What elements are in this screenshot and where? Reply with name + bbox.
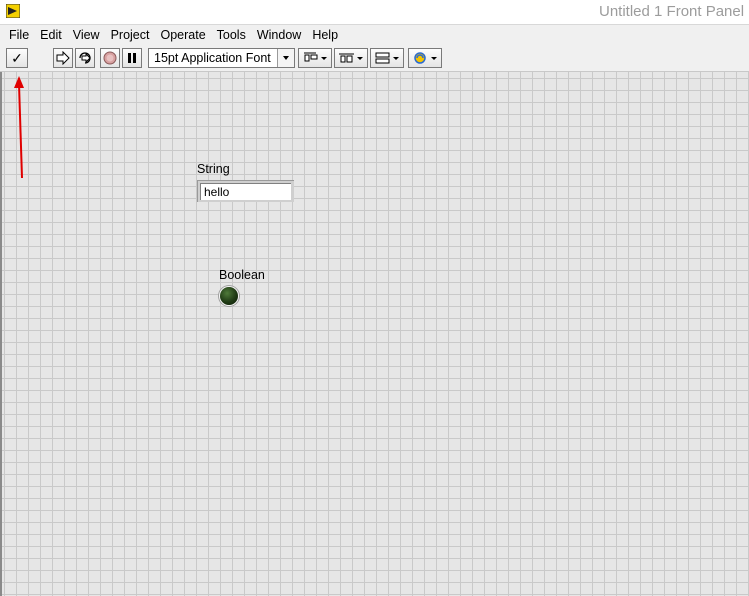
run-button[interactable]: ✓	[6, 48, 28, 68]
abort-icon	[103, 51, 117, 65]
front-panel-canvas[interactable]: String hello Boolean	[0, 72, 749, 596]
menu-edit[interactable]: Edit	[35, 28, 68, 42]
font-select-value: 15pt Application Font	[154, 51, 271, 65]
reorder-icon	[414, 52, 437, 64]
chevron-down-icon[interactable]	[277, 49, 294, 67]
boolean-indicator-label: Boolean	[219, 268, 265, 282]
run-arrow-button[interactable]	[53, 48, 73, 68]
run-arrow-icon	[56, 51, 70, 65]
text-settings-dropdown[interactable]: 15pt Application Font	[148, 48, 295, 68]
menu-bar: File Edit View Project Operate Tools Win…	[0, 25, 749, 44]
window-title: Untitled 1 Front Panel	[599, 3, 745, 20]
boolean-led-indicator[interactable]	[220, 287, 238, 305]
resize-objects-button[interactable]	[370, 48, 404, 68]
menu-project[interactable]: Project	[106, 28, 156, 42]
string-control[interactable]: hello	[197, 180, 294, 202]
menu-operate[interactable]: Operate	[155, 28, 211, 42]
run-continuously-icon	[79, 52, 91, 64]
menu-view[interactable]: View	[68, 28, 106, 42]
align-objects-icon	[304, 52, 327, 62]
run-continuously-button[interactable]	[75, 48, 95, 68]
string-control-value: hello	[204, 185, 230, 199]
distribute-objects-icon	[339, 53, 363, 63]
pause-icon	[128, 53, 136, 63]
labview-app-icon[interactable]	[5, 3, 21, 19]
resize-objects-icon	[375, 52, 399, 64]
pause-button[interactable]	[122, 48, 142, 68]
string-control-label: String	[197, 162, 230, 176]
string-control-field[interactable]: hello	[200, 183, 291, 200]
run-icon: ✓	[11, 49, 23, 66]
abort-button[interactable]	[100, 48, 120, 68]
title-bar: Untitled 1 Front Panel	[0, 0, 749, 25]
menu-tools[interactable]: Tools	[212, 28, 252, 42]
menu-help[interactable]: Help	[307, 28, 344, 42]
distribute-objects-button[interactable]	[334, 48, 368, 68]
toolbar: ✓ 15pt Application Font	[0, 45, 749, 72]
annotation-arrow-icon	[14, 76, 24, 179]
menu-window[interactable]: Window	[252, 28, 307, 42]
align-objects-button[interactable]	[298, 48, 332, 68]
menu-file[interactable]: File	[0, 28, 35, 42]
reorder-button[interactable]	[408, 48, 442, 68]
